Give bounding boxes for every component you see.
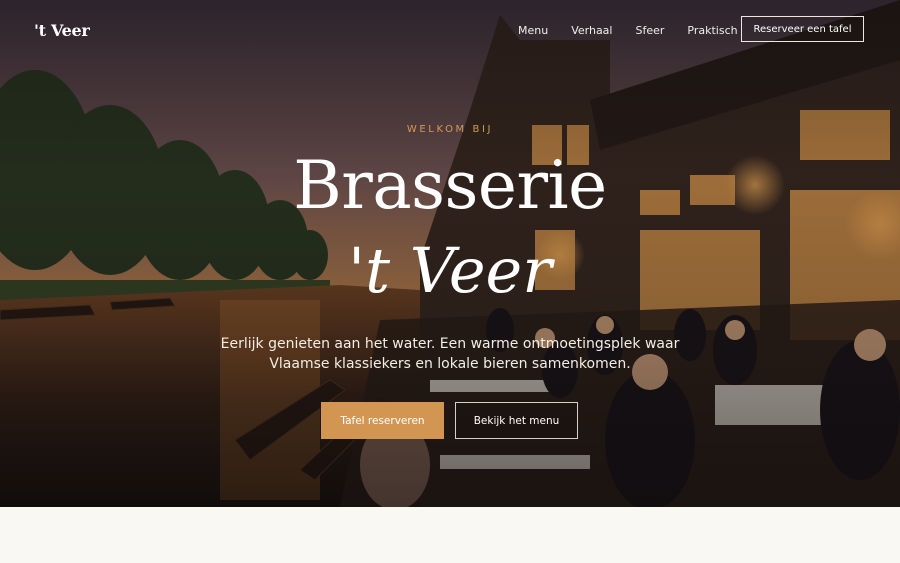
hero-eyebrow: WELKOM BIJ <box>406 124 494 135</box>
nav-item-praktisch[interactable]: Praktisch <box>687 24 737 37</box>
view-menu-button[interactable]: Bekijk het menu <box>455 402 578 439</box>
site-logo[interactable]: 't Veer <box>34 21 90 40</box>
reserve-table-header-button[interactable]: Reserveer een tafel <box>741 16 864 42</box>
next-section <box>0 507 900 563</box>
nav-item-sfeer[interactable]: Sfeer <box>635 24 664 37</box>
hero-tagline: Eerlijk genieten aan het water. Een warm… <box>220 336 680 372</box>
nav-item-menu[interactable]: Menu <box>518 24 548 37</box>
main-nav: Menu Verhaal Sfeer Praktisch <box>518 24 761 37</box>
hero-title-line1: Brasserie <box>293 147 607 224</box>
book-table-button[interactable]: Tafel reserveren <box>321 402 444 439</box>
hero-section: 't Veer Menu Verhaal Sfeer Praktisch Res… <box>0 0 900 507</box>
nav-item-verhaal[interactable]: Verhaal <box>571 24 612 37</box>
hero-title-line2: 't Veer <box>348 234 552 307</box>
